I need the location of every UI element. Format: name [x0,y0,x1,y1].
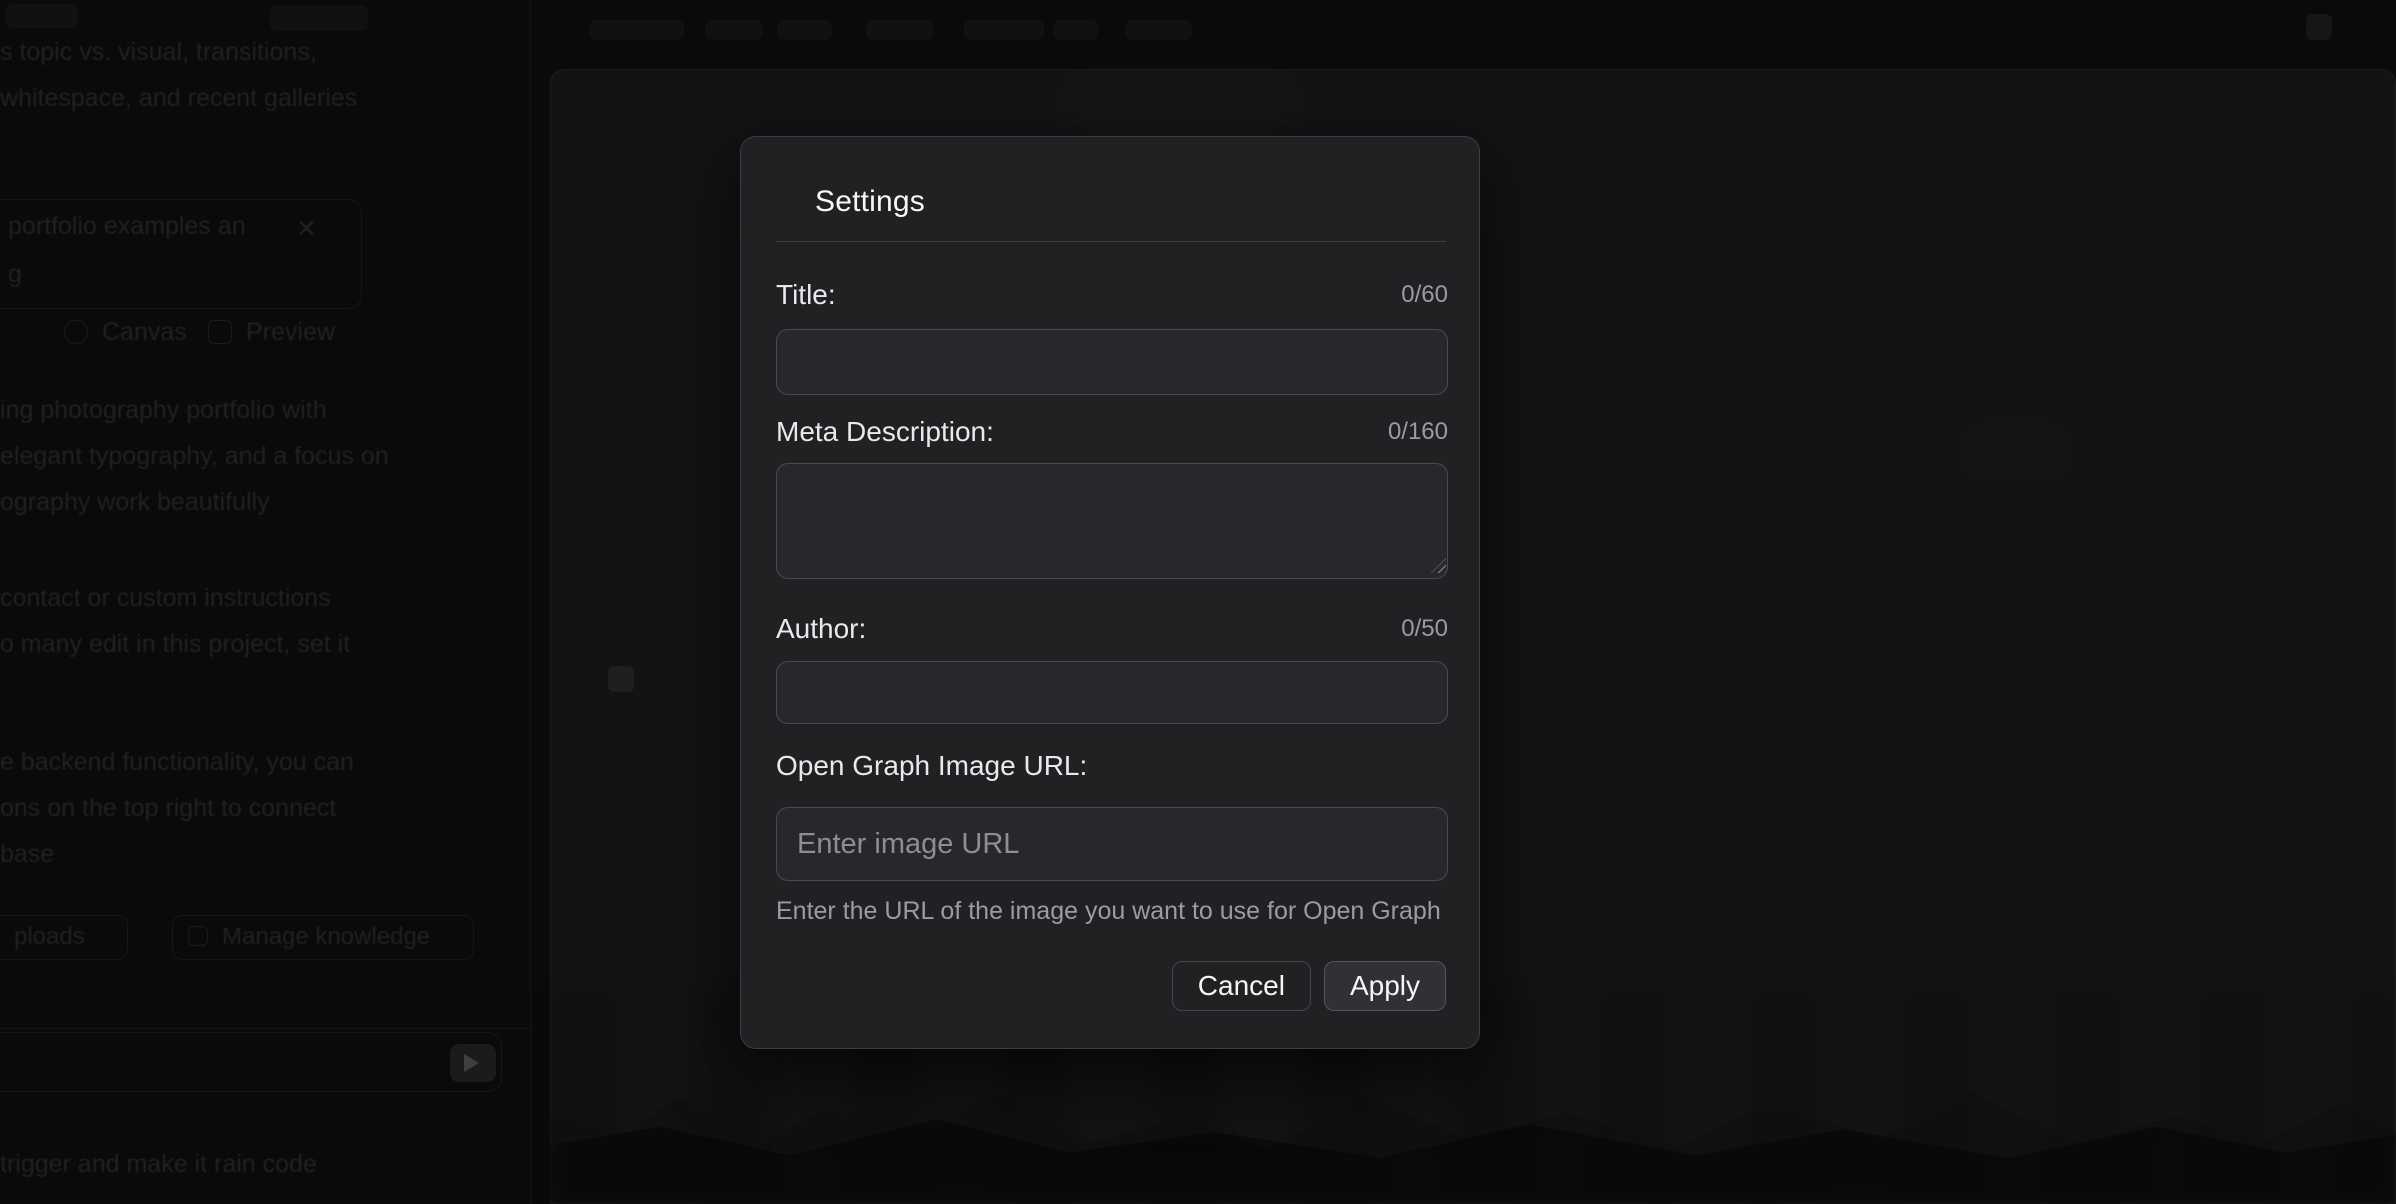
canvas-faint-blob [1956,436,2076,466]
chat-message-line: contact or custom instructions [0,584,331,613]
modal-button-row: Cancel Apply [1172,961,1446,1011]
canvas-element-icon [608,666,634,692]
sidebar-divider [530,0,531,1204]
chat-message-line: o many edit in this project, set it [0,630,350,659]
author-input[interactable] [776,661,1448,724]
og-image-field-header: Open Graph Image URL: [776,750,1448,782]
breadcrumb-item-blob [964,20,1044,40]
window-tab-blob [6,4,78,28]
author-label: Author: [776,613,866,645]
meta-description-label: Meta Description: [776,416,994,448]
chat-message-line: ing photography portfolio with [0,396,327,425]
og-image-url-label: Open Graph Image URL: [776,750,1087,782]
chat-message-line: elegant typography, and a focus on [0,442,389,471]
author-char-counter: 0/50 [1401,615,1448,643]
composer-divider [0,1028,531,1029]
breadcrumb-item-blob [589,20,684,40]
chat-message-line: s topic vs. visual, transitions, [0,38,317,67]
topbar-settings-icon[interactable] [2306,14,2332,40]
sidebar-tab-blob [270,5,368,31]
chat-composer-input[interactable] [0,1032,502,1092]
attachment-card-subtitle: g [8,260,22,289]
preview-toggle-icon [208,320,232,344]
meta-description-char-counter: 0/160 [1388,418,1448,446]
breadcrumb-item-blob [705,20,763,40]
send-button[interactable] [450,1044,496,1082]
toggle-canvas-button[interactable]: Canvas [102,318,187,347]
chat-message-line: whitespace, and recent galleries [0,84,357,113]
title-char-counter: 0/60 [1401,281,1448,309]
modal-divider [776,241,1446,242]
composer-hint-text: trigger and make it rain code [0,1150,317,1179]
title-field-header: Title: 0/60 [776,279,1448,311]
breadcrumb-item-blob [777,20,832,40]
chat-message-line: ography work beautifully [0,488,270,517]
canvas-toggle-icon [64,320,88,344]
apply-button[interactable]: Apply [1324,961,1446,1011]
og-image-helper-text: Enter the URL of the image you want to u… [776,897,1448,926]
manage-knowledge-label: Manage knowledge [222,923,430,951]
meta-description-textarea[interactable] [776,463,1448,579]
send-icon [464,1054,479,1072]
title-input[interactable] [776,329,1448,395]
chat-message-line: base [0,840,54,869]
close-icon[interactable]: ✕ [296,214,317,244]
toggle-preview-button[interactable]: Preview [246,318,335,347]
modal-title: Settings [815,185,925,219]
title-label: Title: [776,279,836,311]
attachment-card-title: portfolio examples an [8,212,246,241]
author-field-header: Author: 0/50 [776,613,1448,645]
canvas-faint-blob [1050,82,1310,126]
app-screen: s topic vs. visual, transitions, whitesp… [0,0,2396,1204]
chat-message-line: e backend functionality, you can [0,748,354,777]
meta-description-field-header: Meta Description: 0/160 [776,416,1448,448]
uploads-button-label: ploads [14,923,85,951]
cancel-button[interactable]: Cancel [1172,961,1311,1011]
breadcrumb-item-blob [866,20,933,40]
breadcrumb-item-blob [1053,20,1098,40]
book-icon [188,926,208,946]
breadcrumb-dropdown-blob [1125,20,1192,40]
chat-message-line: ons on the top right to connect [0,794,336,823]
og-image-url-input[interactable] [776,807,1448,881]
settings-modal: Settings Title: 0/60 Meta Description: 0… [740,136,1480,1049]
